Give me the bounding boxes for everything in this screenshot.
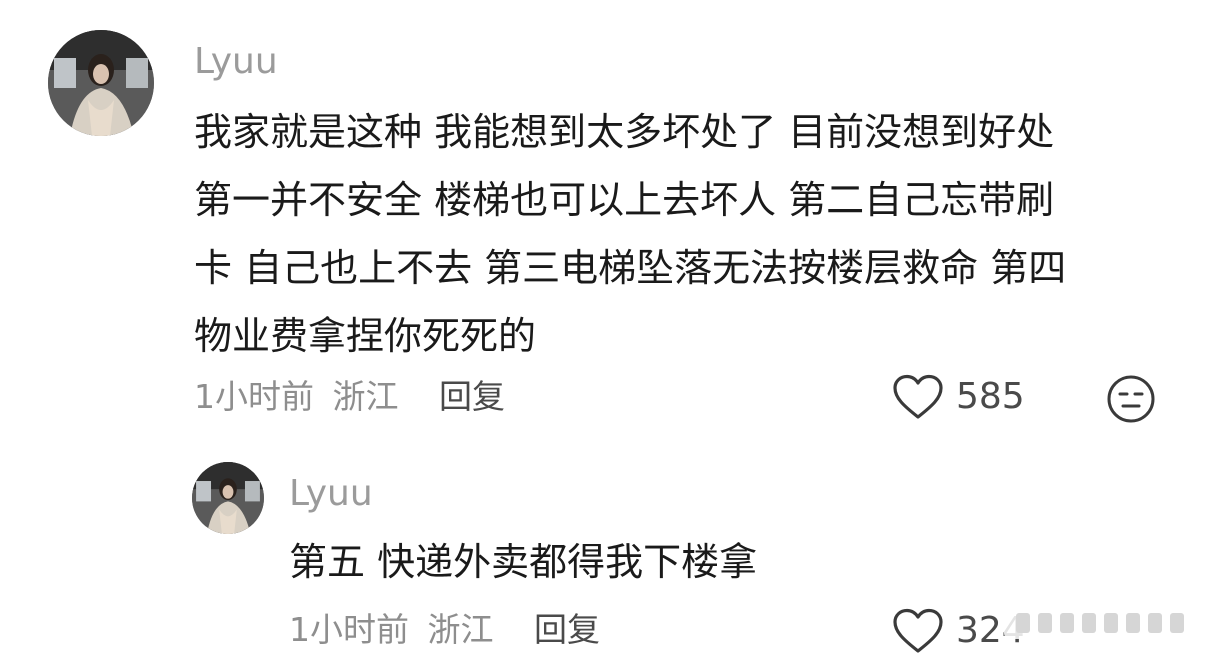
reply-button[interactable]: 回复 bbox=[534, 610, 600, 649]
avatar[interactable] bbox=[48, 30, 154, 136]
avatar[interactable] bbox=[192, 462, 264, 534]
heart-outline-icon bbox=[893, 608, 943, 653]
heart-outline-icon bbox=[893, 374, 943, 419]
watermark-logo bbox=[1004, 607, 1194, 639]
comment-location: 浙江 bbox=[427, 610, 494, 649]
reply-button[interactable]: 回复 bbox=[439, 377, 505, 416]
comment-time: 1小时前 bbox=[194, 377, 314, 416]
comment-location: 浙江 bbox=[332, 377, 399, 416]
like-count: 585 bbox=[956, 376, 1025, 417]
comment-text: 第五 快递外卖都得我下楼拿 bbox=[289, 540, 758, 584]
dislike-button[interactable] bbox=[1106, 374, 1156, 428]
neutral-face-icon bbox=[1107, 375, 1155, 423]
avatar-photo bbox=[192, 462, 264, 534]
like-button[interactable]: 585 bbox=[892, 374, 1025, 420]
username[interactable]: Lyuu bbox=[289, 474, 373, 514]
comment-text: 我家就是这种 我能想到太多坏处了 目前没想到好处 第一并不安全 楼梯也可以上去坏… bbox=[194, 110, 1067, 358]
comment-time: 1小时前 bbox=[289, 610, 409, 649]
comment-meta: 1小时前 浙江 回复 bbox=[194, 377, 505, 417]
avatar-photo bbox=[48, 30, 154, 136]
watermark bbox=[1004, 603, 1194, 643]
comment-meta: 1小时前 浙江 回复 bbox=[289, 610, 600, 650]
username[interactable]: Lyuu bbox=[194, 42, 278, 82]
comment-thread: Lyuu 我家就是这种 我能想到太多坏处了 目前没想到好处 第一并不安全 楼梯也… bbox=[0, 0, 1206, 655]
